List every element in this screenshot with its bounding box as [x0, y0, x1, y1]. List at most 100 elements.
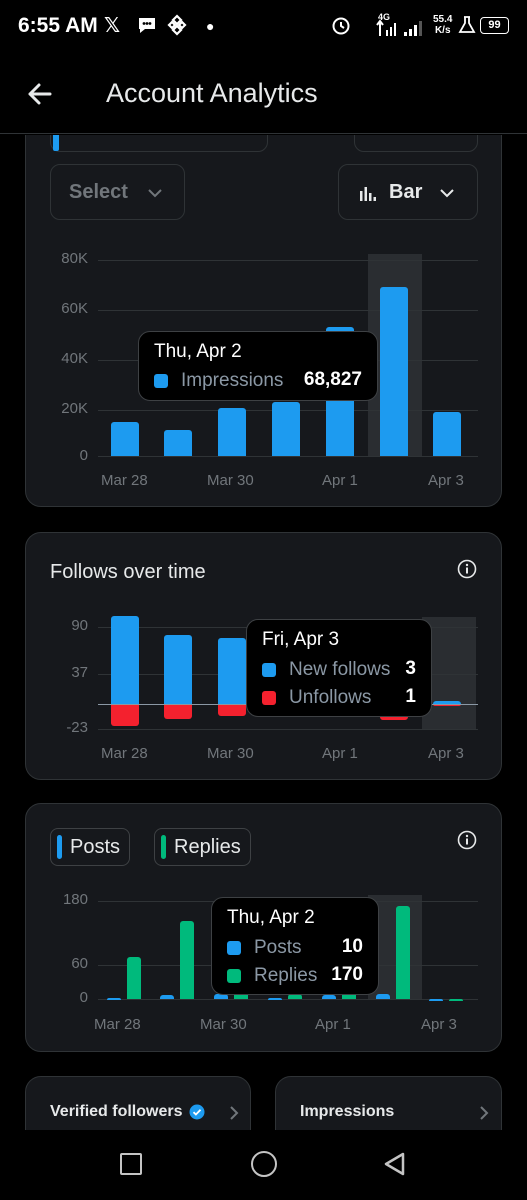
tooltip-date: Fri, Apr 3 — [262, 629, 340, 650]
posts-bar[interactable] — [107, 998, 121, 1001]
tooltip-series-label: Posts — [254, 937, 302, 958]
posts-bar[interactable] — [322, 994, 336, 999]
signal-icon — [402, 18, 426, 44]
impressions-bar[interactable] — [272, 402, 300, 456]
net-speed-unit: K/s — [434, 25, 451, 36]
gridline — [98, 310, 478, 311]
range-selector[interactable] — [354, 135, 478, 152]
info-icon[interactable] — [456, 829, 478, 851]
series-swatch — [262, 663, 276, 677]
data-arrows-icon — [376, 18, 400, 44]
chart-tooltip: Fri, Apr 3 New follows 3 Unfollows 1 — [246, 619, 432, 717]
binance-icon — [166, 14, 188, 42]
tooltip-value: 170 — [331, 964, 363, 985]
legend-label: Posts — [70, 835, 121, 858]
legend-chip-replies[interactable]: Replies — [154, 828, 251, 866]
bar-label: Bar — [389, 181, 423, 203]
chevron-down-icon — [440, 189, 454, 198]
gridline — [98, 260, 478, 261]
card-title: Impressions — [300, 1103, 395, 1120]
x-tick-label: Apr 1 — [315, 1016, 351, 1033]
tooltip-row: Posts — [227, 936, 302, 960]
series-swatch — [227, 969, 241, 983]
x-tick-label: Apr 3 — [428, 472, 464, 489]
analytics-content[interactable]: Select Bar 80K 60K 40K 20K 0 Mar 28 Mar … — [0, 135, 527, 1130]
posts-bar[interactable] — [376, 993, 390, 999]
x-tick-label: Apr 3 — [421, 1016, 457, 1033]
y-tick-label: 80K — [61, 250, 88, 267]
impressions-bar[interactable] — [218, 408, 246, 456]
chart-tooltip: Thu, Apr 2 Impressions 68,827 — [138, 331, 378, 401]
flask-icon — [458, 14, 476, 42]
unfollows-bar[interactable] — [164, 704, 192, 719]
select-dropdown[interactable]: Select — [50, 164, 185, 220]
app-screen: 6:55 AM 𝕏 ● 4G 55.4 K/s 99 Account Analy… — [0, 0, 527, 1200]
x-tick-label: Apr 1 — [322, 472, 358, 489]
home-circle-icon[interactable] — [251, 1151, 277, 1177]
impressions-chart-card: Select Bar 80K 60K 40K 20K 0 Mar 28 Mar … — [25, 135, 502, 507]
tooltip-row: Impressions — [154, 369, 283, 393]
y-tick-label: 20K — [61, 400, 88, 417]
follows-chart-card: Follows over time 90 37 -23 Mar 28 Mar 3… — [25, 532, 502, 780]
posts-bar[interactable] — [268, 997, 282, 1000]
recents-square-icon[interactable] — [120, 1153, 142, 1175]
y-tick-label: 60 — [71, 955, 88, 972]
back-button[interactable] — [20, 74, 60, 114]
tooltip-series-label: New follows — [289, 659, 391, 680]
metric-selector[interactable] — [50, 135, 268, 152]
new-follows-bar[interactable] — [218, 637, 246, 704]
bar-chart-icon — [360, 187, 376, 201]
tooltip-row: Unfollows — [262, 686, 371, 710]
unfollows-bar[interactable] — [111, 704, 139, 727]
info-icon[interactable] — [456, 558, 478, 580]
series-swatch — [154, 374, 168, 388]
posts-chart-card: Posts Replies 180 60 0 Mar 28 Mar 30 Apr… — [25, 803, 502, 1052]
impressions-bar[interactable] — [433, 411, 461, 456]
replies-bar[interactable] — [396, 906, 410, 999]
series-swatch — [262, 691, 276, 705]
x-tick-label: Apr 1 — [322, 745, 358, 762]
chevron-right-icon — [480, 1106, 489, 1120]
battery-level: 99 — [488, 19, 501, 31]
verified-badge-icon — [189, 1104, 205, 1120]
y-tick-label: 37 — [71, 664, 88, 681]
back-triangle-icon[interactable] — [382, 1151, 408, 1177]
card-title: Follows over time — [50, 561, 206, 583]
x-tick-label: Mar 28 — [101, 745, 148, 762]
legend-chip-posts[interactable]: Posts — [50, 828, 130, 866]
replies-bar[interactable] — [127, 957, 141, 999]
tooltip-row: Replies — [227, 964, 317, 988]
dot-icon: ● — [206, 18, 215, 34]
select-label: Select — [69, 181, 128, 203]
y-tick-label: 180 — [62, 891, 88, 908]
x-tick-label: Mar 28 — [101, 472, 148, 489]
net-speed-value: 55.4 — [433, 14, 453, 25]
impressions-summary-card[interactable]: Impressions — [275, 1076, 502, 1130]
x-icon: 𝕏 — [104, 15, 121, 37]
page-title: Account Analytics — [106, 78, 318, 108]
x-tick-label: Mar 30 — [207, 745, 254, 762]
series-swatch — [227, 941, 241, 955]
replies-bar[interactable] — [180, 921, 194, 999]
new-follows-bar[interactable] — [164, 634, 192, 704]
x-tick-label: Mar 28 — [94, 1016, 141, 1033]
chart-type-dropdown[interactable]: Bar — [338, 164, 478, 220]
replies-bar[interactable] — [449, 999, 463, 1001]
gridline — [98, 729, 478, 730]
tooltip-date: Thu, Apr 2 — [154, 341, 242, 362]
unfollows-bar[interactable] — [218, 704, 246, 716]
y-tick-label: 0 — [79, 447, 88, 464]
tooltip-series-label: Unfollows — [289, 687, 372, 708]
impressions-bar[interactable] — [164, 430, 192, 456]
legend-marker — [161, 835, 166, 859]
legend-label: Replies — [174, 835, 241, 858]
new-follows-bar[interactable] — [111, 616, 139, 704]
impressions-bar[interactable] — [111, 421, 139, 456]
y-tick-label: 40K — [61, 350, 88, 367]
tooltip-row: New follows — [262, 658, 390, 682]
posts-bar[interactable] — [160, 995, 174, 999]
tooltip-value: 1 — [405, 686, 416, 707]
verified-followers-card[interactable]: Verified followers — [25, 1076, 251, 1130]
posts-bar[interactable] — [429, 999, 443, 1001]
impressions-bar[interactable] — [380, 287, 408, 456]
